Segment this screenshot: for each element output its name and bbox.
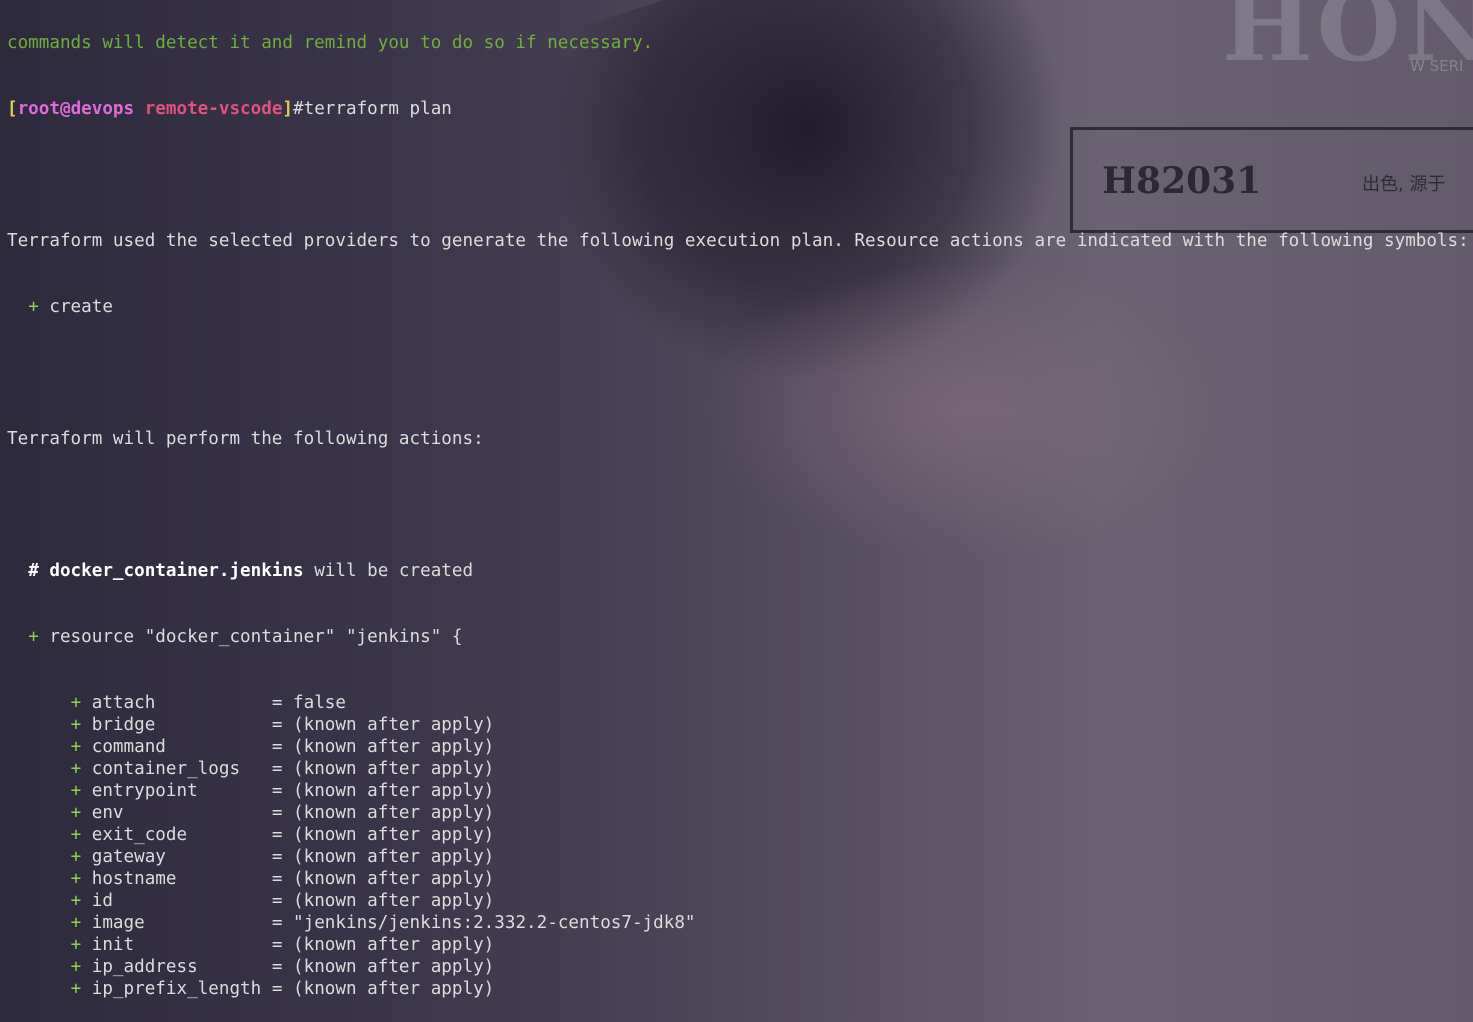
attribute-line: + init = (known after apply): [7, 934, 1469, 956]
attribute-line: + bridge = (known after apply): [7, 714, 1469, 736]
attribute-create-symbol: +: [70, 715, 82, 735]
attribute-create-symbol: +: [70, 869, 82, 889]
prompt-host: devops: [70, 99, 135, 119]
attribute-value: = (known after apply): [271, 781, 495, 801]
attribute-value: = false: [271, 693, 346, 713]
attribute-name: init: [91, 935, 272, 955]
attribute-value: = "jenkins/jenkins:2.332.2-centos7-jdk8": [271, 913, 696, 933]
attribute-value: = (known after apply): [271, 957, 495, 977]
attribute-line: + ip_address = (known after apply): [7, 956, 1469, 978]
attribute-value: = (known after apply): [271, 847, 495, 867]
create-symbol: +: [28, 297, 39, 317]
resource-attribute-list: + attach = false + bridge = (known after…: [7, 692, 1469, 1000]
resource-comment-hash: #: [28, 561, 39, 581]
attribute-name: command: [91, 737, 272, 757]
attribute-value: = (known after apply): [271, 891, 495, 911]
attribute-create-symbol: +: [70, 847, 82, 867]
attribute-name: attach: [91, 693, 272, 713]
prompt-open-bracket: [: [7, 99, 18, 119]
resource-declaration: resource "docker_container" "jenkins" {: [49, 627, 463, 647]
attribute-name: hostname: [91, 869, 272, 889]
actions-heading-line: Terraform will perform the following act…: [7, 429, 484, 449]
resource-address: docker_container.jenkins: [49, 561, 304, 581]
attribute-name: env: [91, 803, 272, 823]
plan-intro-line: Terraform used the selected providers to…: [7, 231, 1469, 251]
attribute-name: container_logs: [91, 759, 272, 779]
attribute-name: entrypoint: [91, 781, 272, 801]
attribute-name: exit_code: [91, 825, 272, 845]
attribute-create-symbol: +: [70, 979, 82, 999]
prompt-at: @: [59, 99, 71, 119]
attribute-line: + command = (known after apply): [7, 736, 1469, 758]
shell-command: #terraform plan: [293, 99, 452, 119]
attribute-line: + ip_prefix_length = (known after apply): [7, 978, 1469, 1000]
resource-declaration-line: + resource "docker_container" "jenkins" …: [7, 626, 1469, 648]
prompt-close-bracket: ]: [282, 99, 294, 119]
attribute-name: id: [91, 891, 272, 911]
resource-comment-line: # docker_container.jenkins will be creat…: [7, 560, 1469, 582]
attribute-create-symbol: +: [70, 957, 82, 977]
attribute-line: + image = "jenkins/jenkins:2.332.2-cento…: [7, 912, 1469, 934]
attribute-create-symbol: +: [70, 759, 82, 779]
attribute-name: image: [91, 913, 272, 933]
attribute-create-symbol: +: [70, 891, 82, 911]
attribute-line: + exit_code = (known after apply): [7, 824, 1469, 846]
attribute-create-symbol: +: [70, 935, 82, 955]
attribute-name: bridge: [91, 715, 272, 735]
attribute-create-symbol: +: [70, 781, 82, 801]
attribute-value: = (known after apply): [271, 715, 495, 735]
attribute-line: + attach = false: [7, 692, 1469, 714]
attribute-value: = (known after apply): [271, 737, 495, 757]
attribute-value: = (known after apply): [271, 803, 495, 823]
attribute-line: + container_logs = (known after apply): [7, 758, 1469, 780]
prompt-directory: remote-vscode: [144, 99, 283, 119]
previous-output-line: commands will detect it and remind you t…: [7, 33, 654, 53]
attribute-line: + id = (known after apply): [7, 890, 1469, 912]
attribute-value: = (known after apply): [271, 825, 495, 845]
shell-prompt-line: [root@devops remote-vscode]#terraform pl…: [7, 98, 1469, 120]
create-symbol-label: create: [49, 297, 113, 317]
attribute-value: = (known after apply): [271, 759, 495, 779]
attribute-line: + gateway = (known after apply): [7, 846, 1469, 868]
prompt-user: root: [17, 99, 60, 119]
attribute-create-symbol: +: [70, 803, 82, 823]
attribute-line: + entrypoint = (known after apply): [7, 780, 1469, 802]
terminal-output[interactable]: commands will detect it and remind you t…: [7, 0, 1469, 1022]
attribute-value: = (known after apply): [271, 869, 495, 889]
attribute-create-symbol: +: [70, 693, 82, 713]
resource-action-text: will be created: [314, 561, 474, 581]
symbol-legend-line: + create: [7, 296, 1469, 318]
attribute-line: + env = (known after apply): [7, 802, 1469, 824]
resource-create-symbol: +: [28, 627, 39, 647]
attribute-value: = (known after apply): [271, 979, 495, 999]
attribute-value: = (known after apply): [271, 935, 495, 955]
attribute-create-symbol: +: [70, 913, 82, 933]
attribute-name: ip_prefix_length: [91, 979, 272, 999]
attribute-name: gateway: [91, 847, 272, 867]
attribute-create-symbol: +: [70, 825, 82, 845]
attribute-name: ip_address: [91, 957, 272, 977]
attribute-line: + hostname = (known after apply): [7, 868, 1469, 890]
attribute-create-symbol: +: [70, 737, 82, 757]
